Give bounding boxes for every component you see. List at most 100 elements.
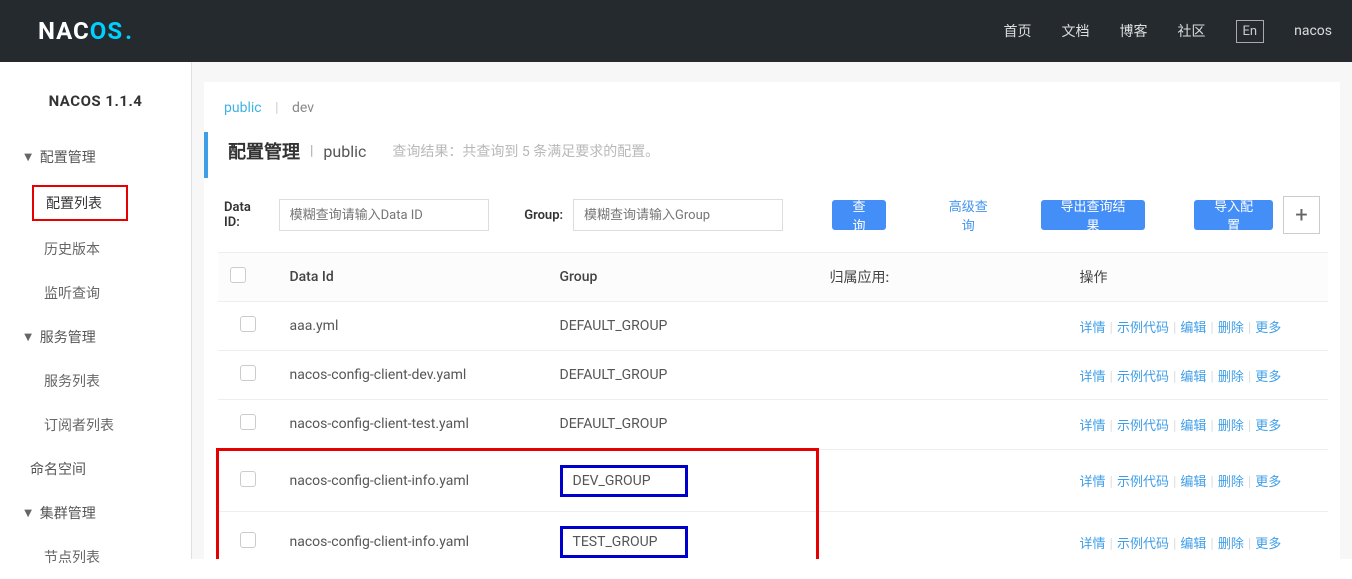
cell-group: DEV_GROUP xyxy=(548,450,818,512)
query-result-summary: 查询结果：共查询到 5 条满足要求的配置。 xyxy=(392,141,659,161)
tab-sep: | xyxy=(275,100,278,116)
logo: NACOS. xyxy=(38,17,133,45)
cell-group: TEST_GROUP xyxy=(548,512,818,560)
chevron-down-icon: ▶ xyxy=(22,509,33,517)
advanced-query-button[interactable]: 高级查询 xyxy=(935,200,1002,230)
op-edit[interactable]: 编辑 xyxy=(1180,321,1206,336)
ns-tab-dev[interactable]: dev xyxy=(292,100,314,116)
plus-icon: + xyxy=(1295,203,1307,228)
nav-user[interactable]: nacos xyxy=(1294,23,1332,39)
sidebar-item-history[interactable]: 历史版本 xyxy=(0,227,191,271)
op-sample[interactable]: 示例代码 xyxy=(1117,537,1169,552)
row-checkbox[interactable] xyxy=(240,414,256,430)
dataid-input[interactable] xyxy=(279,199,489,231)
op-sample[interactable]: 示例代码 xyxy=(1117,475,1169,490)
lang-switch[interactable]: En xyxy=(1236,20,1265,43)
table-row: nacos-config-client-test.yamlDEFAULT_GRO… xyxy=(218,400,1329,450)
op-sample[interactable]: 示例代码 xyxy=(1117,370,1169,385)
main: public | dev 配置管理 | public 查询结果：共查询到 5 条… xyxy=(192,62,1352,559)
sidebar: NACOS 1.1.4 ▶ 配置管理 配置列表 历史版本 监听查询 ▶ 服务管理… xyxy=(0,62,192,559)
select-all-checkbox[interactable] xyxy=(230,267,246,283)
cell-app xyxy=(818,351,1068,400)
sidebar-item-node-list[interactable]: 节点列表 xyxy=(0,535,191,579)
import-button[interactable]: 导入配置 xyxy=(1194,200,1273,230)
row-checkbox[interactable] xyxy=(240,471,256,487)
op-edit[interactable]: 编辑 xyxy=(1180,475,1206,490)
row-checkbox[interactable] xyxy=(240,532,256,548)
nav-blog[interactable]: 博客 xyxy=(1120,21,1148,41)
op-sample[interactable]: 示例代码 xyxy=(1117,419,1169,434)
op-detail[interactable]: 详情 xyxy=(1080,370,1106,385)
page-title-bar: 配置管理 | public 查询结果：共查询到 5 条满足要求的配置。 xyxy=(204,132,1340,178)
header-nav: 首页 文档 博客 社区 En nacos xyxy=(1004,20,1332,43)
op-detail[interactable]: 详情 xyxy=(1080,475,1106,490)
current-namespace: public xyxy=(323,142,366,161)
op-delete[interactable]: 删除 xyxy=(1218,419,1244,434)
cell-group: DEFAULT_GROUP xyxy=(548,302,818,351)
op-edit[interactable]: 编辑 xyxy=(1180,419,1206,434)
cell-dataid: aaa.yml xyxy=(278,302,548,351)
op-delete[interactable]: 删除 xyxy=(1218,370,1244,385)
content-panel: public | dev 配置管理 | public 查询结果：共查询到 5 条… xyxy=(204,82,1340,559)
op-edit[interactable]: 编辑 xyxy=(1180,537,1206,552)
row-checkbox[interactable] xyxy=(240,316,256,332)
nav-home[interactable]: 首页 xyxy=(1004,21,1032,41)
th-ops: 操作 xyxy=(1068,253,1329,302)
sidebar-group-service[interactable]: ▶ 服务管理 xyxy=(0,315,191,359)
sidebar-item-namespace[interactable]: 命名空间 xyxy=(0,447,191,491)
op-more[interactable]: 更多 xyxy=(1255,475,1281,490)
sidebar-item-subscriber-list[interactable]: 订阅者列表 xyxy=(0,403,191,447)
op-detail[interactable]: 详情 xyxy=(1080,537,1106,552)
sidebar-item-config-list-label: 配置列表 xyxy=(46,196,102,212)
add-config-button[interactable]: + xyxy=(1283,196,1320,234)
op-detail[interactable]: 详情 xyxy=(1080,321,1106,336)
op-delete[interactable]: 删除 xyxy=(1218,475,1244,490)
cell-group: DEFAULT_GROUP xyxy=(548,400,818,450)
cell-app xyxy=(818,302,1068,351)
th-group: Group xyxy=(548,253,818,302)
sidebar-group-cluster-label: 集群管理 xyxy=(40,503,96,523)
cell-dataid: nacos-config-client-info.yaml xyxy=(278,512,548,560)
row-checkbox[interactable] xyxy=(240,365,256,381)
sidebar-group-config[interactable]: ▶ 配置管理 xyxy=(0,135,191,179)
op-more[interactable]: 更多 xyxy=(1255,321,1281,336)
query-button[interactable]: 查询 xyxy=(832,200,885,230)
export-button[interactable]: 导出查询结果 xyxy=(1041,200,1145,230)
cell-dataid: nacos-config-client-test.yaml xyxy=(278,400,548,450)
cell-ops: 详情|示例代码|编辑|删除|更多 xyxy=(1068,512,1329,560)
cell-app xyxy=(818,400,1068,450)
config-table: Data Id Group 归属应用: 操作 aaa.ymlDEFAULT_GR… xyxy=(216,252,1328,559)
op-delete[interactable]: 删除 xyxy=(1218,537,1244,552)
chevron-down-icon: ▶ xyxy=(22,333,33,341)
op-more[interactable]: 更多 xyxy=(1255,370,1281,385)
table-row: nacos-config-client-info.yaml TEST_GROUP 详… xyxy=(218,512,1329,560)
page-title: 配置管理 xyxy=(228,138,300,164)
cell-ops: 详情|示例代码|编辑|删除|更多 xyxy=(1068,400,1329,450)
group-input[interactable] xyxy=(573,199,783,231)
th-checkbox xyxy=(218,253,278,302)
th-dataid: Data Id xyxy=(278,253,548,302)
sidebar-item-listen-query[interactable]: 监听查询 xyxy=(0,271,191,315)
ns-tab-public[interactable]: public xyxy=(224,100,262,116)
group-highlight-box: TEST_GROUP xyxy=(560,526,688,558)
cell-ops: 详情|示例代码|编辑|删除|更多 xyxy=(1068,302,1329,351)
op-more[interactable]: 更多 xyxy=(1255,537,1281,552)
cell-ops: 详情|示例代码|编辑|删除|更多 xyxy=(1068,351,1329,400)
cell-group: DEFAULT_GROUP xyxy=(548,351,818,400)
nav-docs[interactable]: 文档 xyxy=(1062,21,1090,41)
op-more[interactable]: 更多 xyxy=(1255,419,1281,434)
nav-community[interactable]: 社区 xyxy=(1178,21,1206,41)
op-sample[interactable]: 示例代码 xyxy=(1117,321,1169,336)
cell-app xyxy=(818,450,1068,512)
sidebar-item-config-list[interactable]: 配置列表 xyxy=(32,185,128,221)
op-detail[interactable]: 详情 xyxy=(1080,419,1106,434)
sidebar-item-service-list[interactable]: 服务列表 xyxy=(0,359,191,403)
filter-bar: Data ID: Group: 查询 高级查询 导出查询结果 导入配置 + xyxy=(204,178,1340,248)
namespace-tabs: public | dev xyxy=(204,82,1340,132)
cell-dataid: nacos-config-client-dev.yaml xyxy=(278,351,548,400)
op-edit[interactable]: 编辑 xyxy=(1180,370,1206,385)
group-highlight-box: DEV_GROUP xyxy=(560,465,688,497)
op-delete[interactable]: 删除 xyxy=(1218,321,1244,336)
sidebar-group-cluster[interactable]: ▶ 集群管理 xyxy=(0,491,191,535)
table-row: nacos-config-client-info.yamlDEV_GROUP详情… xyxy=(218,450,1329,512)
